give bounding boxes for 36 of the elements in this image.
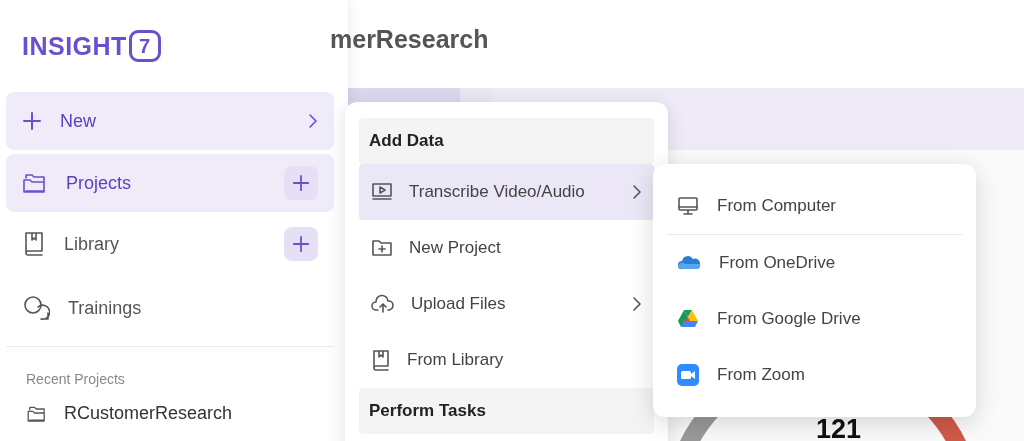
video-screen-icon [371, 182, 393, 202]
submenu-item[interactable]: From Google Drive [667, 291, 962, 347]
sidebar-item[interactable]: Library [6, 216, 334, 272]
submenu-item[interactable]: From OneDrive [667, 235, 962, 291]
menu-item[interactable]: Upload Files [359, 276, 654, 332]
menu-section-heading: Add Data [359, 118, 654, 164]
video-camera-icon [677, 364, 699, 386]
submenu-item[interactable]: From Computer [667, 178, 962, 235]
sidebar-item[interactable]: New [6, 92, 334, 150]
add-button[interactable] [284, 166, 318, 200]
add-button[interactable] [284, 227, 318, 261]
chat-bubbles-icon [22, 295, 50, 321]
sidebar-item[interactable]: Trainings [6, 280, 334, 336]
section-heading: Recent Projects [25, 371, 126, 387]
cloud-upload-icon [371, 294, 395, 314]
cloud-icon [677, 256, 701, 270]
chevron-right-icon [632, 296, 642, 312]
plus-icon [22, 111, 42, 131]
plus-icon [292, 174, 310, 192]
sidebar-item[interactable]: Projects [6, 154, 334, 212]
chevron-right-icon [632, 184, 642, 200]
drive-triangle-icon [677, 309, 699, 329]
folder-icon [26, 404, 48, 423]
plus-icon [292, 235, 310, 253]
folder-icon [22, 172, 48, 194]
chevron-right-icon [308, 113, 318, 129]
submenu-item[interactable]: From Zoom [667, 347, 962, 403]
recent-project[interactable]: RCustomerResearch [6, 403, 334, 424]
book-icon [371, 349, 391, 371]
menu-item[interactable]: From Library [359, 332, 654, 388]
menu-item[interactable]: Transcribe Video/Audio [359, 164, 654, 220]
menu-section-heading: Perform Tasks [359, 388, 654, 434]
folder-plus-icon [371, 238, 393, 258]
monitor-icon [677, 196, 699, 216]
book-icon [22, 231, 46, 257]
menu-item[interactable]: New Project [359, 220, 654, 276]
